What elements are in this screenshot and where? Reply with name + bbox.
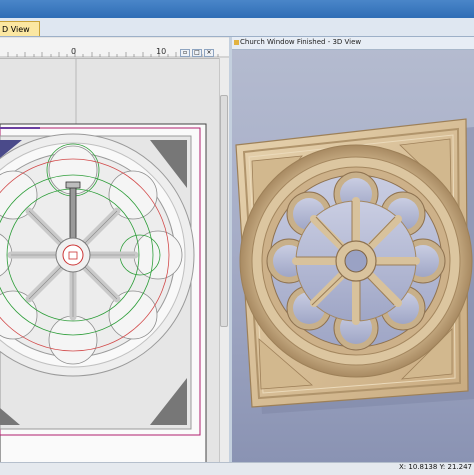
pane-close-button[interactable]: × [204, 49, 214, 57]
window-title-bar [0, 0, 474, 18]
document-tab-strip [0, 18, 474, 37]
view-3d-icon [234, 40, 239, 45]
vertical-scrollbar-thumb[interactable] [220, 95, 228, 327]
carved-panel-render-3d[interactable] [232, 49, 474, 462]
design-drawing-2d[interactable] [0, 58, 219, 462]
pane-minimize-button[interactable]: ▫ [180, 49, 190, 57]
ruler-label-10: 10 [156, 47, 167, 56]
pane-restore-button[interactable]: □ [192, 49, 202, 57]
tab-2d-view[interactable]: D View [0, 21, 40, 36]
cursor-coordinates: X: 10.8138 Y: 21.247 [399, 463, 472, 471]
pane-window-controls: ▫ □ × [180, 39, 224, 57]
pane-3d-title: Church Window Finished - 3D View [240, 38, 362, 46]
ruler-label-0: 0 [71, 47, 77, 56]
